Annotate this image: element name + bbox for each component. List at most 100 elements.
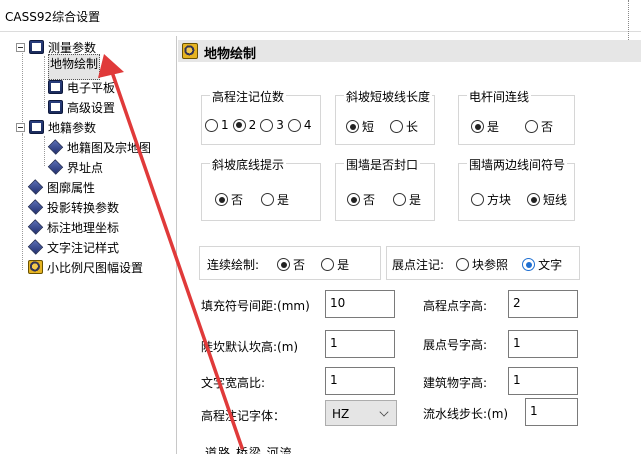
tree-item-e-tablet[interactable]: 电子平板 xyxy=(48,77,115,97)
radio-circle xyxy=(471,193,484,206)
chevron-down-icon xyxy=(379,407,389,417)
wall-symbol-options: 方块 短线 xyxy=(471,191,567,208)
ridge-height-input[interactable]: 1 xyxy=(325,330,395,358)
radio-no[interactable]: 否 xyxy=(277,256,305,273)
point-no-height-label: 展点号字高: xyxy=(423,338,488,352)
radio-circle xyxy=(390,120,404,133)
tree-item-small-scale[interactable]: 小比例尺图幅设置 xyxy=(28,257,143,277)
radio-label: 3 xyxy=(276,118,284,132)
radio-label: 1 xyxy=(221,118,229,132)
tablet-icon xyxy=(48,80,63,94)
radio-label: 是 xyxy=(277,193,290,207)
folder-icon xyxy=(29,120,44,134)
radio-circle xyxy=(321,258,335,271)
radio-label: 短线 xyxy=(543,193,568,207)
tree-line xyxy=(44,56,45,108)
panel-divider xyxy=(176,36,177,454)
tree-item-projection[interactable]: 投影转换参数 xyxy=(27,197,119,217)
group-caption: 围墙两边线间符号 xyxy=(467,156,568,173)
tree-item-boundary-point[interactable]: 界址点 xyxy=(47,157,103,177)
building-text-height-label: 建筑物字高: xyxy=(423,376,488,390)
elevation-digits-options: 1 2 3 4 xyxy=(205,118,312,132)
radio-label: 块参照 xyxy=(472,258,509,272)
radio-circle xyxy=(393,193,407,206)
elev-font-label: 高程注记字体： xyxy=(201,409,286,423)
radio-no[interactable]: 否 xyxy=(215,191,243,208)
radio-circle xyxy=(260,118,274,132)
radio-yes[interactable]: 是 xyxy=(261,191,289,208)
radio-circle xyxy=(287,118,301,132)
radio-label: 是 xyxy=(337,258,350,272)
radio-no[interactable]: 否 xyxy=(347,191,375,208)
text-ratio-input[interactable]: 1 xyxy=(325,367,395,395)
settings-tree: 测量参数 地物绘制 电子平板 高级设置 地籍参数 地籍图及宗地图 界址点 图廓属… xyxy=(0,34,168,454)
radio-label: 否 xyxy=(363,193,376,207)
tree-item-parcel-map[interactable]: 地籍图及宗地图 xyxy=(47,137,151,157)
group-caption: 电杆间连线 xyxy=(467,88,532,105)
slope-bottom-options: 否 是 xyxy=(215,191,289,208)
group-caption: 围墙是否封口 xyxy=(344,156,421,173)
radio-circle xyxy=(347,193,360,206)
panel-title: 地物绘制 xyxy=(204,47,257,62)
text-ratio-label: 文字宽高比: xyxy=(201,376,266,390)
radio-label: 是 xyxy=(487,120,500,134)
elev-text-height-label: 高程点字高: xyxy=(423,299,488,313)
tree-item-feature-draw[interactable]: 地物绘制 xyxy=(48,54,101,80)
radio-digits-1[interactable]: 1 xyxy=(205,118,229,132)
radio-label: 否 xyxy=(231,193,244,207)
radio-yes[interactable]: 是 xyxy=(321,256,349,273)
radio-digits-3[interactable]: 3 xyxy=(260,118,284,132)
collapse-icon[interactable] xyxy=(16,122,25,132)
radio-label: 文字 xyxy=(538,258,563,272)
point-no-height-input[interactable]: 1 xyxy=(508,330,578,358)
diamond-icon xyxy=(27,239,44,255)
radio-label: 否 xyxy=(541,120,554,134)
tree-line xyxy=(44,136,45,166)
tree-item-cadastral[interactable]: 地籍参数 xyxy=(16,117,96,137)
radio-label: 2 xyxy=(248,118,257,132)
radio-digits-2[interactable]: 2 xyxy=(232,118,257,132)
point-note-options: 展点注记: 块参照 文字 xyxy=(392,256,562,273)
diamond-icon xyxy=(47,139,64,155)
elev-text-height-input[interactable]: 2 xyxy=(508,290,578,318)
radio-text[interactable]: 文字 xyxy=(522,256,562,273)
window-title: CASS92综合设置 xyxy=(5,10,101,24)
pole-connect-options: 是 否 xyxy=(471,118,553,135)
radio-digits-4[interactable]: 4 xyxy=(287,118,312,132)
radio-no[interactable]: 否 xyxy=(525,118,553,135)
collapse-icon[interactable] xyxy=(16,42,25,52)
radio-long[interactable]: 长 xyxy=(390,118,418,135)
radio-yes[interactable]: 是 xyxy=(471,118,499,135)
diamond-icon xyxy=(27,199,44,215)
radio-circle xyxy=(456,258,470,271)
tree-item-geo-coords[interactable]: 标注地理坐标 xyxy=(27,217,119,237)
tree-item-text-style[interactable]: 文字注记样式 xyxy=(27,237,119,257)
folder-icon xyxy=(29,40,44,54)
road-bridge-river-label: 道路 桥梁 河流 xyxy=(205,446,293,454)
radio-yes[interactable]: 是 xyxy=(393,191,421,208)
radio-label: 是 xyxy=(409,193,422,207)
building-text-height-input[interactable]: 1 xyxy=(508,367,578,395)
radio-circle xyxy=(205,118,218,132)
radio-block[interactable]: 方块 xyxy=(471,191,511,208)
tree-item-frame[interactable]: 图廓属性 xyxy=(27,177,95,197)
flow-step-input[interactable]: 1 xyxy=(525,398,578,426)
fill-spacing-input[interactable]: 10 xyxy=(325,290,395,318)
group-caption: 高程注记位数 xyxy=(210,88,287,105)
radio-block-ref[interactable]: 块参照 xyxy=(456,256,508,273)
title-bar: CASS92综合设置 xyxy=(0,0,641,32)
radio-dash[interactable]: 短线 xyxy=(527,191,567,208)
radio-circle xyxy=(261,193,275,206)
panel-header: 地物绘制 xyxy=(178,40,641,62)
elev-font-value: HZ xyxy=(332,407,350,421)
elev-font-select[interactable]: HZ xyxy=(325,400,397,426)
radio-circle xyxy=(346,120,359,133)
divider xyxy=(628,0,630,40)
ridge-height-label: 陡坎默认坎高:(m) xyxy=(201,340,299,354)
radio-short[interactable]: 短 xyxy=(346,118,374,135)
slope-length-options: 短 长 xyxy=(346,118,418,135)
radio-label: 长 xyxy=(406,120,419,134)
diamond-icon xyxy=(47,159,64,175)
gear-icon xyxy=(28,260,43,274)
tree-item-advanced[interactable]: 高级设置 xyxy=(48,97,115,117)
